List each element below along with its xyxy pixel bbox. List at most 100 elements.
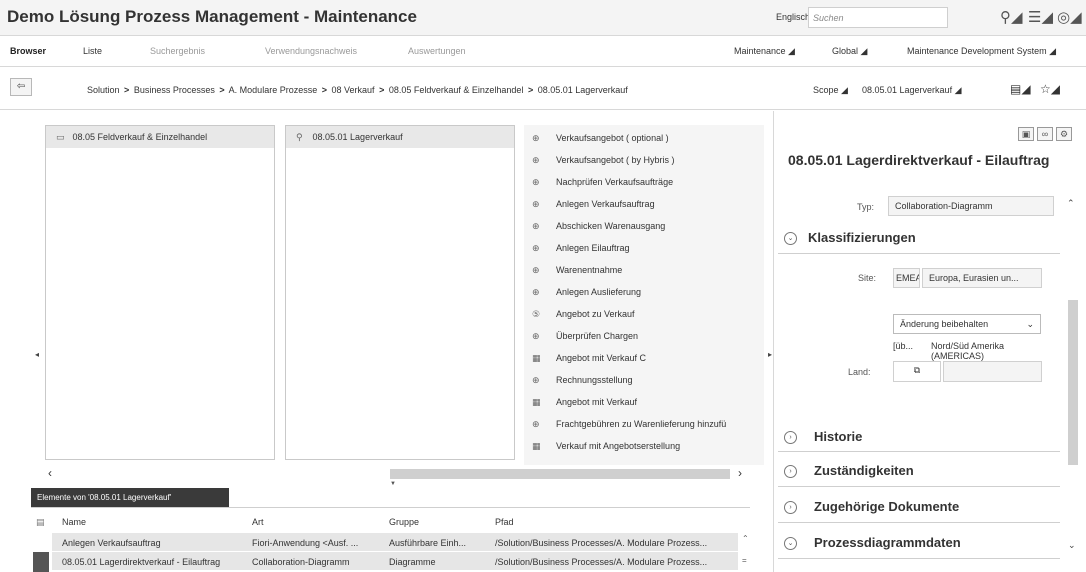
- breadcrumb-separator: >: [124, 85, 130, 95]
- menu-maintenance[interactable]: Maintenance ◢: [734, 46, 795, 57]
- section-zustaendigkeiten[interactable]: Zuständigkeiten: [814, 463, 914, 478]
- list-item[interactable]: ⊕ Überprüfen Chargen: [532, 331, 638, 342]
- menu-verwendungsnachweis[interactable]: Verwendungsnachweis: [265, 46, 357, 56]
- section-prozessdiagrammdaten[interactable]: Prozessdiagrammdaten: [814, 535, 961, 550]
- breadcrumb-item[interactable]: A. Modulare Prozesse: [229, 85, 318, 95]
- list-menu-icon[interactable]: ☰◢: [1028, 8, 1053, 26]
- scrollbar-thumb[interactable]: [390, 469, 730, 479]
- table-settings-icon[interactable]: ▤: [36, 517, 45, 528]
- section-zugehoerige-dokumente[interactable]: Zugehörige Dokumente: [814, 499, 959, 514]
- list-item[interactable]: ⊕ Nachprüfen Verkaufsaufträge: [532, 177, 673, 188]
- col-header-gruppe[interactable]: Gruppe: [389, 517, 419, 527]
- list-item[interactable]: ⊕ Rechnungsstellung: [532, 375, 633, 386]
- flow-icon: ▦: [532, 441, 541, 451]
- list-item[interactable]: ⊕ Verkaufsangebot ( optional ): [532, 133, 669, 144]
- list-item[interactable]: ▦ Angebot mit Verkauf C: [532, 353, 646, 364]
- menu-liste[interactable]: Liste: [83, 46, 102, 56]
- column-2-selected[interactable]: ⚲ 08.05.01 Lagerverkauf: [286, 126, 514, 148]
- step-icon: ⊕: [532, 419, 540, 429]
- section-klassifizierungen[interactable]: Klassifizierungen: [808, 230, 916, 245]
- list-item[interactable]: ⊕ Warenentnahme: [532, 265, 622, 276]
- table-cell: /Solution/Business Processes/A. Modulare…: [495, 538, 708, 548]
- star-icon[interactable]: ☆◢: [1040, 82, 1060, 96]
- change-option-value: Änderung beibehalten: [900, 319, 989, 329]
- flow-icon: ▦: [532, 353, 541, 363]
- section-historie[interactable]: Historie: [814, 429, 862, 444]
- panel-scrollbar-thumb[interactable]: [1068, 300, 1078, 465]
- list-item[interactable]: ⊕ Anlegen Auslieferung: [532, 287, 641, 298]
- list-item[interactable]: ⊕ Anlegen Eilauftrag: [532, 243, 630, 254]
- scope-selector[interactable]: Scope ◢: [813, 85, 848, 96]
- settings-icon[interactable]: ⚙: [1056, 127, 1072, 141]
- menu-suchergebnis[interactable]: Suchergebnis: [150, 46, 205, 56]
- expand-zustaendigkeiten-icon[interactable]: ›: [784, 465, 797, 478]
- expand-dokumente-icon[interactable]: ›: [784, 501, 797, 514]
- menu-browser[interactable]: Browser: [10, 46, 46, 56]
- list-item[interactable]: ⊕ Abschicken Warenausgang: [532, 221, 665, 232]
- table-scroll-up-icon[interactable]: ⌃: [742, 534, 749, 543]
- breadcrumb-item[interactable]: Solution: [87, 85, 120, 95]
- expand-klassifizierungen-icon[interactable]: ⌄: [784, 232, 797, 245]
- step-icon: ⊕: [532, 331, 540, 341]
- col-header-pfad[interactable]: Pfad: [495, 517, 514, 527]
- menu-global-label: Global: [832, 46, 859, 56]
- collapse-left-icon[interactable]: ◂: [35, 350, 39, 359]
- splitter-handle-icon[interactable]: ▼: [390, 481, 396, 487]
- col-header-name[interactable]: Name: [62, 517, 86, 527]
- menu-auswertungen[interactable]: Auswertungen: [408, 46, 466, 56]
- panel-scroll-down-icon[interactable]: ⌄: [1068, 540, 1076, 551]
- document-icon[interactable]: ▤◢: [1010, 82, 1031, 96]
- list-item[interactable]: ⊕ Verkaufsangebot ( by Hybris ): [532, 155, 675, 166]
- land-field[interactable]: [943, 361, 1042, 382]
- list-item-label: Anlegen Auslieferung: [556, 287, 642, 297]
- search-input[interactable]: Suchen: [808, 7, 948, 28]
- land-value: Nord/Süd Amerika (AMERICAS): [931, 341, 1005, 361]
- step-icon: ⊕: [532, 375, 540, 385]
- breadcrumb-item[interactable]: 08 Verkauf: [332, 85, 375, 95]
- list-item-label: Verkaufsangebot ( optional ): [556, 133, 669, 143]
- help-icon[interactable]: ◎◢: [1057, 8, 1082, 26]
- elements-tab[interactable]: Elemente von '08.05.01 Lagerverkauf': [31, 488, 229, 507]
- breadcrumb-item[interactable]: 08.05 Feldverkauf & Einzelhandel: [389, 85, 524, 95]
- menu-global[interactable]: Global ◢: [832, 46, 867, 57]
- change-option-select[interactable]: Änderung beibehalten ⌄: [893, 314, 1041, 334]
- copy-icon[interactable]: ⧉: [893, 361, 941, 382]
- row-selector[interactable]: [33, 552, 49, 572]
- save-icon[interactable]: ▣: [1018, 127, 1034, 141]
- back-arrow-icon[interactable]: ⇦: [10, 78, 32, 96]
- step-icon: ⊕: [532, 155, 540, 165]
- site-value: Europa, Eurasien un...: [922, 268, 1042, 288]
- list-item[interactable]: ▦ Angebot mit Verkauf: [532, 397, 637, 408]
- column-1-selected[interactable]: ▭ 08.05 Feldverkauf & Einzelhandel: [46, 126, 274, 148]
- col-header-art[interactable]: Art: [252, 517, 264, 527]
- expand-historie-icon[interactable]: ›: [784, 431, 797, 444]
- list-item[interactable]: ⑤ Angebot zu Verkauf: [532, 309, 635, 320]
- expand-right-icon[interactable]: ▸: [768, 350, 772, 359]
- column-1: ▭ 08.05 Feldverkauf & Einzelhandel: [45, 125, 275, 460]
- chevron-down-icon: ⌄: [1026, 319, 1034, 329]
- list-item-label: Frachtgebühren zu Warenlieferung hinzufü: [556, 419, 727, 429]
- step-icon: ⊕: [532, 265, 540, 275]
- expand-prozessdiagramm-icon[interactable]: ⌄: [784, 537, 797, 550]
- binoculars-icon[interactable]: ⚲◢: [1000, 8, 1023, 26]
- table-cell: Diagramme: [389, 557, 436, 567]
- land-label: Land:: [848, 367, 871, 377]
- view-icon[interactable]: ∞: [1037, 127, 1053, 141]
- table-cell: Anlegen Verkaufsauftrag: [62, 538, 161, 548]
- scope-value: 08.05.01 Lagerverkauf: [862, 85, 953, 95]
- land-prefix: [üb...: [893, 341, 914, 351]
- list-item-label: Nachprüfen Verkaufsaufträge: [556, 177, 674, 187]
- scroll-left-icon[interactable]: ‹: [48, 466, 52, 480]
- breadcrumb-item[interactable]: 08.05.01 Lagerverkauf: [538, 85, 628, 95]
- list-item[interactable]: ⊕ Anlegen Verkaufsauftrag: [532, 199, 655, 210]
- scroll-right-icon[interactable]: ›: [738, 466, 742, 480]
- panel-scroll-up-icon[interactable]: ⌃: [1067, 198, 1075, 209]
- breadcrumb-item[interactable]: Business Processes: [134, 85, 215, 95]
- list-item[interactable]: ⊕ Frachtgebühren zu Warenlieferung hinzuf…: [532, 419, 726, 430]
- list-item[interactable]: ▦ Verkauf mit Angebotserstellung: [532, 441, 680, 452]
- list-item-label: Überprüfen Chargen: [556, 331, 639, 341]
- scope-value-selector[interactable]: 08.05.01 Lagerverkauf ◢: [862, 85, 962, 96]
- typ-label: Typ:: [857, 202, 875, 212]
- menu-system[interactable]: Maintenance Development System ◢: [907, 46, 1056, 57]
- table-scroll-handle-icon[interactable]: =: [742, 556, 747, 565]
